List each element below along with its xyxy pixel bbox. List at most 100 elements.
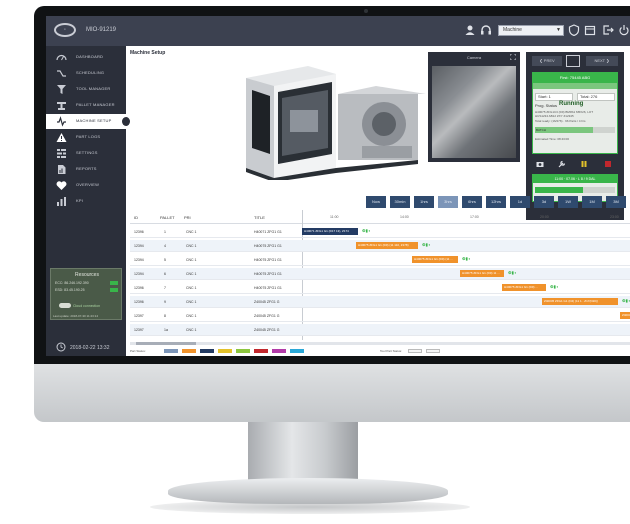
sidebar-item-settings[interactable]: SETTINGS [46, 146, 126, 161]
expand-icon[interactable] [510, 54, 516, 60]
gantt-job-bar[interactable]: H40075 ZFG1 G1 (D9) (11 110, Z178) [356, 242, 418, 249]
gantt-chart: ID PALLET PRI TITLE 11:00 14:00 17:00 20:00… [130, 210, 630, 350]
machine-id: MIO-91219 [86, 27, 117, 33]
cell-id: 12394 [134, 272, 144, 276]
zoom-button[interactable]: 1M [582, 196, 602, 208]
cell-pri: CNC 1 [186, 230, 197, 234]
machine-setup-icon [57, 116, 66, 127]
zoom-button[interactable]: 1hrs [414, 196, 434, 208]
sidebar-item-kpi[interactable]: KPI [46, 194, 126, 209]
gantt-job-bar[interactable]: H40071 ZFG1 G1 (D17 13), Z174 [302, 228, 358, 235]
table-row[interactable]: 12397 1a CNC 1 Z40045 ZFG1 G [130, 324, 630, 336]
next-button[interactable]: NEXT ❯ [586, 56, 618, 66]
sidebar-item-tool-manager[interactable]: TOOL MANAGER [46, 82, 126, 97]
power-icon[interactable] [618, 24, 630, 36]
cell-title: H40071 ZFG1 G1 [254, 230, 282, 234]
calendar-icon[interactable] [584, 24, 596, 36]
resource-line: ESD: 83.45.190.25 [55, 288, 85, 292]
camera-feed[interactable] [432, 66, 516, 158]
sidebar-item-reports[interactable]: REPORTS [46, 162, 126, 177]
zoom-button[interactable]: 3M [606, 196, 626, 208]
cell-id: 12396 [134, 230, 144, 234]
job-header: First: 75445 ABG [533, 73, 617, 83]
sidebar-item-pallet-manager[interactable]: PALLET MANAGER [46, 98, 126, 113]
column-header-id: ID [134, 215, 138, 220]
pallet-icon [57, 102, 66, 110]
warning-icon [56, 133, 67, 142]
start-field[interactable]: Start: 1 [535, 93, 573, 101]
job-status-icons: ⚙▮◑ [550, 284, 559, 289]
cloud-link[interactable]: Cloud connection [73, 304, 100, 308]
zoom-button[interactable]: 3hrs [438, 196, 458, 208]
zoom-button[interactable]: 3d [534, 196, 554, 208]
cycle-progress-bar [535, 187, 615, 193]
sidebar-item-machine-setup[interactable]: MACHINE SETUP [46, 114, 130, 129]
table-row[interactable]: 12396 7 CNC 1 H40075 ZFG1 G1 H40075 ZFG1 G1 … [130, 282, 630, 294]
table-row[interactable]: 12394 4 CNC 1 H40075 ZFG1 G1 H40075 ZFG1 G1 … [130, 240, 630, 252]
job-header-bar [533, 83, 617, 89]
total-field[interactable]: Total: 276 [577, 93, 615, 101]
legend-swatch [254, 349, 268, 353]
horizontal-scrollbar[interactable] [130, 342, 630, 345]
status-label: Prog. Status [535, 103, 558, 108]
cell-pallet: 8 [164, 314, 166, 318]
cell-pri: CNC 1 [186, 314, 197, 318]
cell-title: Z40045 ZFG1 G [254, 314, 280, 318]
gantt-job-bar[interactable]: H40075 ZFG1 G1 (D9) (11 ... [412, 256, 458, 263]
gantt-job-bar[interactable]: H40075 ZFG1 G1 (D9) 11 ... [460, 270, 504, 277]
gantt-job-bar[interactable]: Z40045 ZFG1 G1 (D4) [620, 312, 630, 319]
overview-icon [56, 181, 67, 190]
cell-pri: CNC 1 [186, 328, 197, 332]
resources-panel: Resources ECC: 86.246.192.390 ESD: 83.45… [50, 268, 122, 320]
cycle-header: 11:00 · 07.06 · L 8 / 9 DAL [533, 175, 617, 183]
shield-check-icon[interactable] [568, 24, 580, 36]
machine-select[interactable]: Machine ▼ [498, 25, 564, 36]
sidebar-item-label: OVERVIEW [76, 182, 100, 187]
wrench-icon[interactable] [558, 160, 566, 168]
sidebar-item-part-logs[interactable]: PART LOGS [46, 130, 126, 145]
zoom-button[interactable]: 12hrs [486, 196, 506, 208]
sidebar-item-scheduling[interactable]: SCHEDULING [46, 66, 126, 81]
monitor-stand-neck [248, 422, 358, 484]
user-icon[interactable] [464, 24, 476, 36]
table-row[interactable]: 12394 6 CNC 1 H40075 ZFG1 G1 H40075 ZFG1 G1 … [130, 268, 630, 280]
timeline-tick-label: 23:00 [610, 215, 619, 219]
next-label: NEXT [594, 58, 606, 63]
cell-pri: CNC 1 [186, 272, 197, 276]
clock: 2018-02-22 13:32 [50, 342, 122, 354]
job-status-icons: ⚙▮◑ [622, 298, 630, 303]
logout-icon[interactable] [602, 24, 614, 36]
table-row[interactable]: 12397 8 CNC 1 Z40045 ZFG1 G Z40045 ZFG1 G1 (… [130, 310, 630, 322]
table-row[interactable]: 12396 9 CNC 1 Z40045 ZFG1 G Z40045 ZFG1 G1 (… [130, 296, 630, 308]
legend-box [426, 349, 440, 353]
headset-icon[interactable] [480, 24, 492, 36]
zoom-button[interactable]: 30min [390, 196, 410, 208]
gantt-job-bar[interactable]: Z40045 ZFG1 G1 (D4) (11 1 · Z17(D20)) [542, 298, 618, 305]
table-row[interactable]: 12396 1 CNC 1 H40071 ZFG1 G1 H40071 ZFG1 G1 … [130, 226, 630, 238]
cell-title: Z40045 ZFG1 G [254, 328, 280, 332]
dashboard-icon [56, 54, 67, 61]
scrollbar-thumb[interactable] [136, 342, 196, 345]
zoom-button[interactable]: 1d [510, 196, 530, 208]
top-bar: ◦ MIO-91219 Machine ▼ [46, 16, 630, 46]
batch-label: BATCH [536, 128, 546, 132]
sidebar-item-label: TOOL MANAGER [76, 86, 111, 91]
sidebar-item-dashboard[interactable]: DASHBOARD [46, 50, 126, 65]
resources-title: Resources [75, 272, 99, 278]
zoom-button[interactable]: 6hrs [462, 196, 482, 208]
sidebar-item-overview[interactable]: OVERVIEW [46, 178, 126, 193]
zoom-button[interactable]: 1W [558, 196, 578, 208]
zoom-button[interactable]: Now [366, 196, 386, 208]
page-title: Machine Setup [130, 50, 166, 56]
column-header-pri: PRI [184, 215, 191, 220]
camera-icon[interactable] [536, 160, 544, 168]
gantt-job-bar[interactable]: H40075 ZFG1 G1 (D9) ... [502, 284, 546, 291]
cell-pri: CNC 1 [186, 258, 197, 262]
legend-swatch [164, 349, 178, 353]
prev-button[interactable]: ❮ PREV [532, 56, 562, 66]
pause-icon[interactable] [580, 160, 588, 168]
stop-icon[interactable] [604, 160, 612, 168]
fullscreen-icon[interactable] [566, 55, 580, 67]
table-row[interactable]: 12394 5 CNC 1 H40075 ZFG1 G1 H40075 ZFG1 G1 … [130, 254, 630, 266]
active-indicator [122, 117, 130, 126]
